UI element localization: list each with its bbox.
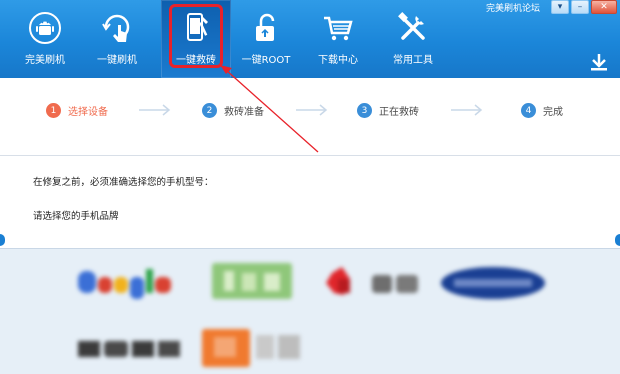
sony-logo[interactable] [76, 335, 184, 363]
tools-icon [394, 9, 432, 47]
htc-logo[interactable] [210, 261, 298, 303]
toolbar-item-perfect-flash[interactable]: 完美刷机 [10, 0, 80, 78]
google-logo[interactable] [76, 265, 180, 301]
download-icon[interactable] [588, 52, 610, 72]
step-label: 救砖准备 [224, 107, 264, 118]
toolbar-label: 常用工具 [393, 55, 433, 66]
unlock-icon [247, 9, 285, 47]
progress-steps: 1 选择设备 2 救砖准备 3 正在救砖 4 完成 [0, 78, 620, 156]
main-toolbar: 完美刷机 一键刷机 一键救砖 一键ROOT 下载中心 常用工具 完美刷机论坛 ▾… [0, 0, 620, 78]
toolbar-label: 一键ROOT [241, 55, 291, 66]
toolbar-item-one-click-unbrick[interactable]: 一键救砖 [161, 0, 231, 78]
highlight-box [169, 4, 223, 68]
huawei-logo[interactable] [322, 263, 422, 303]
step-arrow-icon [451, 104, 483, 116]
close-button[interactable]: ✕ [591, 0, 617, 14]
toolbar-item-common-tools[interactable]: 常用工具 [378, 0, 448, 78]
step-arrow-icon [139, 104, 171, 116]
step-number: 3 [357, 103, 372, 118]
brand-grid [0, 248, 620, 374]
cart-icon [319, 9, 357, 47]
model-prompt: 在修复之前，必须准确选择您的手机型号： [33, 177, 214, 188]
window-title[interactable]: 完美刷机论坛 [486, 1, 540, 14]
step-unbrick-prepare: 2 救砖准备 [202, 103, 264, 118]
toolbar-label: 完美刷机 [25, 55, 65, 66]
step-number: 2 [202, 103, 217, 118]
step-label: 选择设备 [68, 107, 108, 118]
step-complete: 4 完成 [521, 103, 563, 118]
step-number: 4 [521, 103, 536, 118]
touch-refresh-icon [98, 9, 136, 47]
step-label: 完成 [543, 107, 563, 118]
toolbar-label: 下载中心 [318, 55, 358, 66]
toolbar-item-one-click-root[interactable]: 一键ROOT [231, 0, 301, 78]
step-unbricking: 3 正在救砖 [357, 103, 419, 118]
step-label: 正在救砖 [379, 107, 419, 118]
android-icon [26, 9, 64, 47]
window-controls: ▾ – ✕ [551, 0, 617, 14]
toolbar-label: 一键刷机 [97, 55, 137, 66]
brand-prompt: 请选择您的手机品牌 [33, 211, 119, 222]
step-select-device: 1 选择设备 [46, 103, 108, 118]
samsung-logo[interactable] [440, 265, 546, 301]
dropdown-button[interactable]: ▾ [551, 0, 569, 14]
right-scroll-handle[interactable] [615, 234, 620, 246]
toolbar-item-one-click-flash[interactable]: 一键刷机 [82, 0, 152, 78]
step-number: 1 [46, 103, 61, 118]
toolbar-item-download-center[interactable]: 下载中心 [303, 0, 373, 78]
step-arrow-icon [296, 104, 328, 116]
minimize-button[interactable]: – [571, 0, 589, 14]
xiaomi-logo[interactable] [200, 325, 304, 369]
